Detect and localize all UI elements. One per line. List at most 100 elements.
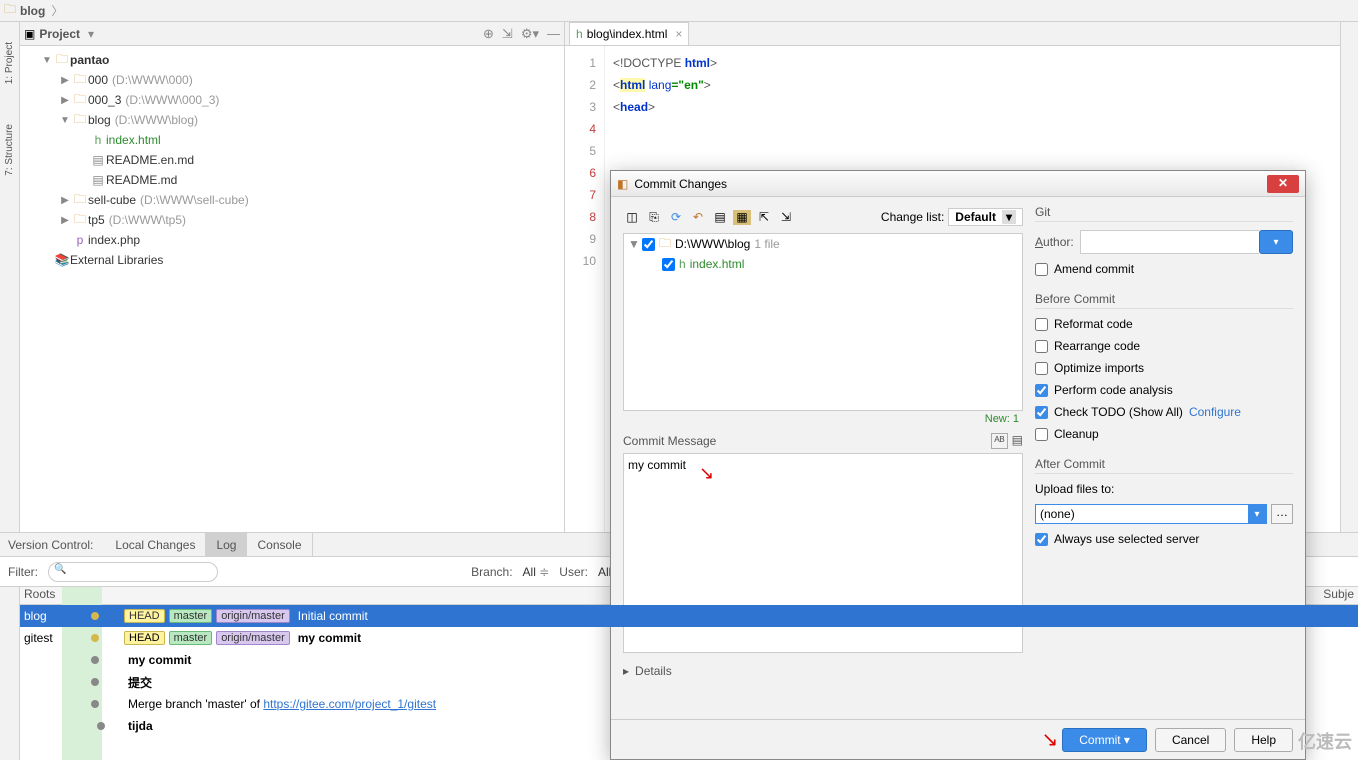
close-icon[interactable]: ×: [675, 27, 682, 41]
project-tree[interactable]: ▼🗀pantao ▶🗀000(D:\WWW\000) ▶🗀000_3(D:\WW…: [20, 46, 564, 532]
left-tool-strip: 1: Project 7: Structure: [0, 22, 20, 532]
file-checkbox[interactable]: [662, 258, 675, 271]
chevron-down-icon[interactable]: ▾: [88, 27, 94, 41]
browse-button[interactable]: …: [1271, 504, 1293, 524]
vcs-label: Version Control:: [8, 538, 105, 552]
spellcheck-icon[interactable]: ᴬᴮ: [991, 433, 1007, 449]
editor-tabs: h blog\index.html ×: [565, 22, 1358, 46]
group-icon[interactable]: ▦: [733, 210, 751, 225]
collapse-icon[interactable]: ⇲: [777, 210, 795, 225]
chevron-down-icon[interactable]: ▾: [1248, 505, 1266, 523]
author-combo[interactable]: ▾: [1080, 230, 1293, 254]
log-row[interactable]: blog HEAD master origin/master Initial c…: [20, 605, 1358, 627]
user-filter-label: User:: [559, 565, 588, 579]
editor-tab-index[interactable]: h blog\index.html ×: [569, 22, 689, 45]
cleanup-checkbox[interactable]: [1035, 428, 1048, 441]
project-panel-header: ▣ Project ▾ ⊕ ⇲ ⚙▾ —: [20, 22, 564, 46]
dialog-title: Commit Changes: [634, 177, 727, 191]
breadcrumb: 🗀 blog 〉: [0, 0, 1358, 22]
changelist-icon[interactable]: ▤: [711, 210, 729, 225]
before-commit-section: Before Commit: [1035, 292, 1293, 309]
always-server-checkbox[interactable]: [1035, 533, 1048, 546]
locate-icon[interactable]: ⊕: [483, 26, 494, 42]
folder-icon: 🗀: [659, 234, 671, 255]
project-panel: ▣ Project ▾ ⊕ ⇲ ⚙▾ — ▼🗀pantao ▶🗀000(D:\W…: [20, 22, 565, 532]
revert-icon[interactable]: ↶: [689, 210, 707, 225]
commit-file-list[interactable]: ▼ 🗀 D:\WWW\blog 1 file h index.html: [623, 233, 1023, 411]
expand-icon[interactable]: ⇱: [755, 210, 773, 225]
amend-label: Amend commit: [1054, 262, 1134, 276]
project-panel-title[interactable]: Project: [39, 27, 80, 41]
branch-filter-label: Branch:: [471, 565, 512, 579]
history-icon[interactable]: ▤: [1012, 433, 1023, 449]
chevron-down-icon[interactable]: ▾: [1259, 230, 1293, 254]
tree-file-readme[interactable]: ▤README.md: [20, 170, 564, 190]
rearrange-checkbox[interactable]: [1035, 340, 1048, 353]
log-row[interactable]: tijda: [20, 715, 1358, 737]
breadcrumb-item[interactable]: blog: [20, 4, 45, 18]
upload-input[interactable]: [1036, 505, 1248, 523]
filter-input[interactable]: [48, 562, 218, 582]
upload-label: Upload files to:: [1035, 482, 1114, 496]
tree-folder-sell-cube[interactable]: ▶🗀sell-cube(D:\WWW\sell-cube): [20, 190, 564, 210]
new-files-count: New: 1: [623, 411, 1023, 427]
side-tab-structure[interactable]: 7: Structure: [4, 124, 15, 176]
tree-root[interactable]: ▼🗀pantao: [20, 50, 564, 70]
optimize-checkbox[interactable]: [1035, 362, 1048, 375]
file-list-item[interactable]: h index.html: [624, 254, 1022, 274]
breadcrumb-separator: 〉: [51, 2, 63, 19]
upload-combo[interactable]: ▾: [1035, 504, 1267, 524]
app-icon: ◧: [617, 177, 628, 191]
tree-file-readme-en[interactable]: ▤README.en.md: [20, 150, 564, 170]
folder-icon: 🗀: [4, 0, 16, 21]
side-tab-project[interactable]: 1: Project: [4, 42, 15, 84]
file-list-root[interactable]: ▼ 🗀 D:\WWW\blog 1 file: [624, 234, 1022, 254]
optimize-label: Optimize imports: [1054, 361, 1144, 375]
root-checkbox[interactable]: [642, 238, 655, 251]
close-button[interactable]: ✕: [1267, 175, 1299, 193]
diff-icon[interactable]: ◫: [623, 210, 641, 225]
tree-folder-000[interactable]: ▶🗀000(D:\WWW\000): [20, 70, 564, 90]
configure-link[interactable]: Configure: [1189, 405, 1241, 419]
collapse-icon[interactable]: ⇲: [502, 26, 513, 42]
commit-message-label: Commit Message: [623, 434, 716, 448]
editor-tab-label: blog\index.html: [587, 27, 668, 41]
analysis-label: Perform code analysis: [1054, 383, 1173, 397]
log-row[interactable]: 提交: [20, 671, 1358, 693]
git-section: Git: [1035, 205, 1293, 222]
hide-icon[interactable]: —: [547, 26, 560, 41]
always-server-label: Always use selected server: [1054, 532, 1199, 546]
tree-folder-000-3[interactable]: ▶🗀000_3(D:\WWW\000_3): [20, 90, 564, 110]
tree-folder-tp5[interactable]: ▶🗀tp5(D:\WWW\tp5): [20, 210, 564, 230]
log-row[interactable]: gitest HEAD master origin/master my comm…: [20, 627, 1358, 649]
branch-filter[interactable]: All ≑: [523, 565, 550, 579]
todo-checkbox[interactable]: [1035, 406, 1048, 419]
log-row[interactable]: Merge branch 'master' of https://gitee.c…: [20, 693, 1358, 715]
changelist-select[interactable]: Default▾: [948, 208, 1023, 226]
gear-icon[interactable]: ⚙▾: [521, 26, 539, 42]
author-input[interactable]: [1080, 230, 1259, 254]
analysis-checkbox[interactable]: [1035, 384, 1048, 397]
reformat-checkbox[interactable]: [1035, 318, 1048, 331]
tab-console[interactable]: Console: [247, 533, 312, 556]
tree-folder-blog[interactable]: ▼🗀blog(D:\WWW\blog): [20, 110, 564, 130]
todo-label: Check TODO (Show All): [1054, 405, 1183, 419]
changelist-label: Change list:: [881, 210, 944, 224]
after-commit-section: After Commit: [1035, 457, 1293, 474]
rearrange-label: Rearrange code: [1054, 339, 1140, 353]
log-row[interactable]: my commit: [20, 649, 1358, 671]
project-icon: ▣: [24, 27, 35, 41]
dialog-titlebar[interactable]: ◧ Commit Changes ✕: [611, 171, 1305, 197]
tab-log[interactable]: Log: [206, 533, 247, 556]
tree-file-index-html[interactable]: hindex.html: [20, 130, 564, 150]
log-content[interactable]: Roots Subje blog HEAD master origin/mast…: [20, 587, 1358, 760]
tab-local-changes[interactable]: Local Changes: [105, 533, 206, 556]
filter-label: Filter:: [8, 565, 38, 579]
refresh-icon[interactable]: ⟳: [667, 210, 685, 225]
author-label: Author:: [1035, 235, 1074, 249]
amend-checkbox[interactable]: [1035, 263, 1048, 276]
copy-icon[interactable]: ⎘: [645, 210, 663, 225]
tree-file-index-php[interactable]: pindex.php: [20, 230, 564, 250]
tree-external-libraries[interactable]: 📚External Libraries: [20, 250, 564, 270]
dialog-toolbar: ◫ ⎘ ⟳ ↶ ▤ ▦ ⇱ ⇲ Change list: Default▾: [623, 205, 1023, 229]
